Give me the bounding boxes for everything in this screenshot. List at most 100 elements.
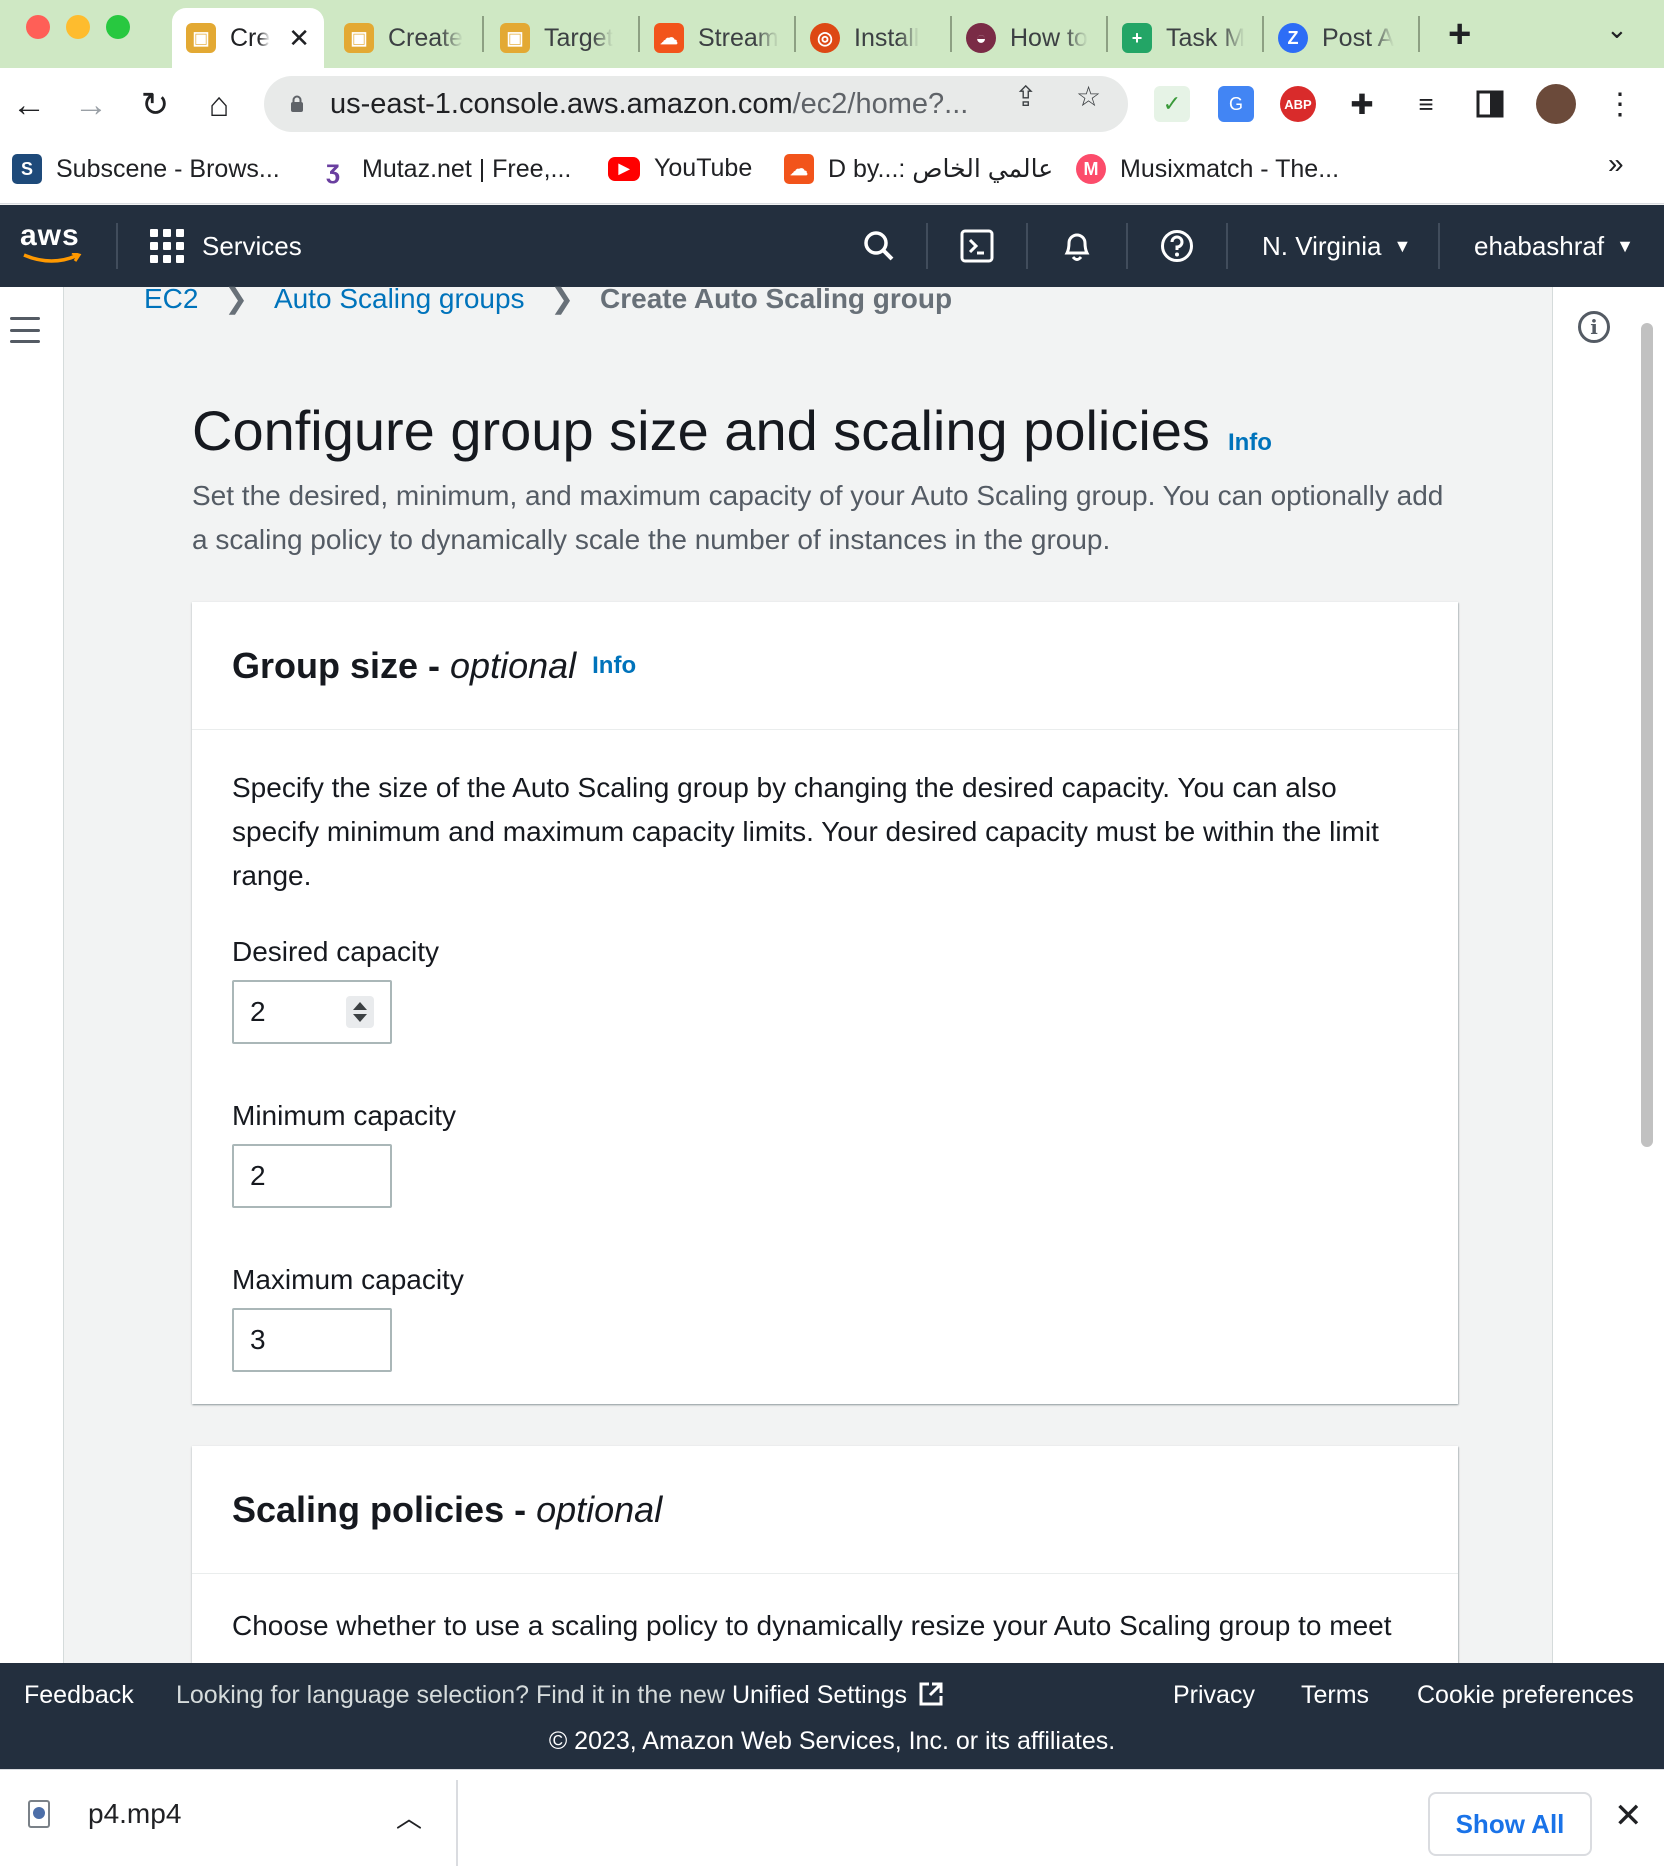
account-menu[interactable]: ehabashraf ▼ bbox=[1474, 231, 1634, 262]
feedback-link[interactable]: Feedback bbox=[24, 1681, 134, 1710]
tab-target[interactable]: ▣ Target bbox=[500, 8, 630, 68]
minimum-capacity-label: Minimum capacity bbox=[232, 1100, 457, 1131]
breadcrumb-auto-scaling-groups[interactable]: Auto Scaling groups bbox=[274, 283, 525, 315]
group-size-header: Group size - optional Info bbox=[192, 602, 1458, 730]
download-divider bbox=[456, 1780, 458, 1866]
browser-menu-icon[interactable]: ⋮ bbox=[1602, 86, 1638, 122]
page-description: Set the desired, minimum, and maximum ca… bbox=[192, 480, 1444, 555]
lock-icon bbox=[290, 95, 304, 113]
aws-smile-icon bbox=[23, 253, 82, 263]
region-selector[interactable]: N. Virginia ▼ bbox=[1262, 231, 1411, 262]
window-zoom-button[interactable] bbox=[106, 15, 130, 39]
tab-install[interactable]: ◎ Install bbox=[810, 8, 940, 68]
external-link-icon bbox=[919, 1682, 943, 1706]
tab-close-icon[interactable]: ✕ bbox=[288, 23, 324, 54]
chevron-right-icon: ❯ bbox=[550, 283, 575, 314]
bookmark-youtube[interactable]: ▶ YouTube bbox=[608, 154, 752, 183]
cookie-preferences-link[interactable]: Cookie preferences bbox=[1417, 1681, 1634, 1710]
breadcrumb-current: Create Auto Scaling group bbox=[600, 282, 953, 314]
book-icon: ◒ bbox=[966, 23, 996, 53]
minimum-capacity-input[interactable]: 2 bbox=[232, 1144, 392, 1208]
adblock-icon[interactable]: ABP bbox=[1280, 86, 1316, 122]
help-icon[interactable] bbox=[1156, 225, 1198, 267]
bookmark-mutaz[interactable]: ʒ Mutaz.net | Free,... bbox=[318, 154, 571, 184]
home-icon[interactable]: ⌂ bbox=[196, 82, 242, 128]
notifications-bell-icon[interactable] bbox=[1056, 225, 1098, 267]
scaling-policies-header: Scaling policies - optional bbox=[192, 1446, 1458, 1574]
extensions-puzzle-icon[interactable]: ✚ bbox=[1344, 86, 1380, 122]
cloudshell-icon[interactable] bbox=[956, 225, 998, 267]
terms-link[interactable]: Terms bbox=[1301, 1681, 1369, 1710]
reload-icon[interactable]: ↻ bbox=[132, 82, 178, 128]
download-shelf: p4.mp4 ︿ Show All ✕ bbox=[0, 1769, 1664, 1866]
profile-avatar[interactable] bbox=[1536, 84, 1576, 124]
nav-divider bbox=[1026, 223, 1028, 269]
tab-create[interactable]: ▣ Create bbox=[344, 8, 474, 68]
plus-doc-icon: + bbox=[1122, 23, 1152, 53]
bookmarks-bar: S Subscene - Brows... ʒ Mutaz.net | Free… bbox=[0, 142, 1664, 204]
group-size-description: Specify the size of the Auto Scaling gro… bbox=[232, 772, 1379, 891]
hamburger-menu-icon[interactable] bbox=[10, 317, 40, 343]
bookmark-musixmatch[interactable]: M Musixmatch - The... bbox=[1076, 154, 1339, 184]
info-panel-icon[interactable]: i bbox=[1578, 311, 1610, 343]
forward-arrow-icon[interactable]: → bbox=[68, 82, 114, 128]
side-panel-icon[interactable] bbox=[1472, 86, 1508, 122]
aws-box-icon: ▣ bbox=[500, 23, 530, 53]
bookmark-subscene[interactable]: S Subscene - Brows... bbox=[12, 154, 280, 184]
group-size-info-link[interactable]: Info bbox=[592, 652, 636, 680]
breadcrumb: EC2 ❯ Auto Scaling groups ❯ Create Auto … bbox=[144, 282, 952, 315]
search-icon[interactable] bbox=[858, 225, 900, 267]
page-scrollbar[interactable] bbox=[1641, 323, 1653, 1147]
media-queue-icon[interactable]: ≡ bbox=[1408, 86, 1444, 122]
tab-divider bbox=[950, 16, 952, 52]
aws-logo[interactable]: aws bbox=[20, 219, 86, 269]
chevron-right-icon: ❯ bbox=[224, 283, 248, 314]
window-close-button[interactable] bbox=[26, 15, 50, 39]
breadcrumb-ec2[interactable]: EC2 bbox=[144, 283, 198, 315]
desired-capacity-input[interactable]: 2 bbox=[232, 980, 392, 1044]
bookmark-star-icon[interactable]: ☆ bbox=[1076, 80, 1101, 113]
bookmarks-overflow-icon[interactable]: » bbox=[1608, 148, 1624, 180]
bookmark-soundcloud[interactable]: ☁ D by...: عالمي الخاص bbox=[784, 154, 1053, 184]
nav-divider bbox=[1438, 223, 1440, 269]
side-navigation-rail bbox=[0, 287, 64, 1663]
soundcloud-icon: ☁ bbox=[654, 23, 684, 53]
ubuntu-icon: ◎ bbox=[810, 23, 840, 53]
new-tab-icon[interactable]: + bbox=[1448, 12, 1471, 57]
tab-stream[interactable]: ☁ Stream bbox=[654, 8, 784, 68]
unified-settings-link[interactable]: Unified Settings bbox=[732, 1681, 944, 1709]
tab-task[interactable]: + Task M bbox=[1122, 8, 1252, 68]
window-minimize-button[interactable] bbox=[66, 15, 90, 39]
nav-divider bbox=[1126, 223, 1128, 269]
stepper-icon[interactable] bbox=[346, 996, 374, 1028]
browser-tab-bar: ▣ Cre ✕ ▣ Create ▣ Target ☁ Stream ◎ Ins… bbox=[0, 0, 1664, 68]
maximum-capacity-input[interactable]: 3 bbox=[232, 1308, 392, 1372]
download-item[interactable]: p4.mp4 bbox=[28, 1798, 181, 1830]
services-grid-icon bbox=[150, 229, 184, 263]
show-all-button[interactable]: Show All bbox=[1428, 1792, 1592, 1856]
tab-search-chevron-icon[interactable]: ⌄ bbox=[1606, 14, 1628, 45]
chevron-up-icon[interactable]: ︿ bbox=[396, 1798, 422, 1835]
tab-how-to[interactable]: ◒ How to bbox=[966, 8, 1096, 68]
page-title-row: Configure group size and scaling policie… bbox=[192, 398, 1272, 463]
page-info-link[interactable]: Info bbox=[1228, 429, 1272, 457]
caret-down-icon: ▼ bbox=[1393, 236, 1412, 256]
mutaz-icon: ʒ bbox=[326, 153, 340, 184]
address-bar[interactable]: us-east-1.console.aws.amazon.com/ec2/hom… bbox=[264, 76, 1128, 132]
tab-active[interactable]: ▣ Cre ✕ bbox=[172, 8, 324, 68]
aws-footer: Feedback Looking for language selection?… bbox=[0, 1663, 1664, 1769]
language-prompt: Looking for language selection? Find it … bbox=[176, 1681, 944, 1710]
services-menu-button[interactable]: Services bbox=[150, 229, 302, 263]
tab-divider bbox=[1262, 16, 1264, 52]
extension-check-icon[interactable]: ✓ bbox=[1154, 86, 1190, 122]
copyright: © 2023, Amazon Web Services, Inc. or its… bbox=[548, 1727, 1116, 1755]
privacy-link[interactable]: Privacy bbox=[1173, 1681, 1255, 1710]
video-file-icon bbox=[28, 1800, 50, 1828]
youtube-icon: ▶ bbox=[608, 156, 640, 181]
close-icon[interactable]: ✕ bbox=[1614, 1796, 1643, 1836]
back-arrow-icon[interactable]: ← bbox=[6, 82, 52, 128]
tab-post[interactable]: Z Post A bbox=[1278, 8, 1408, 68]
share-icon[interactable]: ⇪ bbox=[1014, 80, 1037, 113]
tab-divider bbox=[1106, 16, 1108, 52]
google-translate-icon[interactable]: G bbox=[1218, 86, 1254, 122]
